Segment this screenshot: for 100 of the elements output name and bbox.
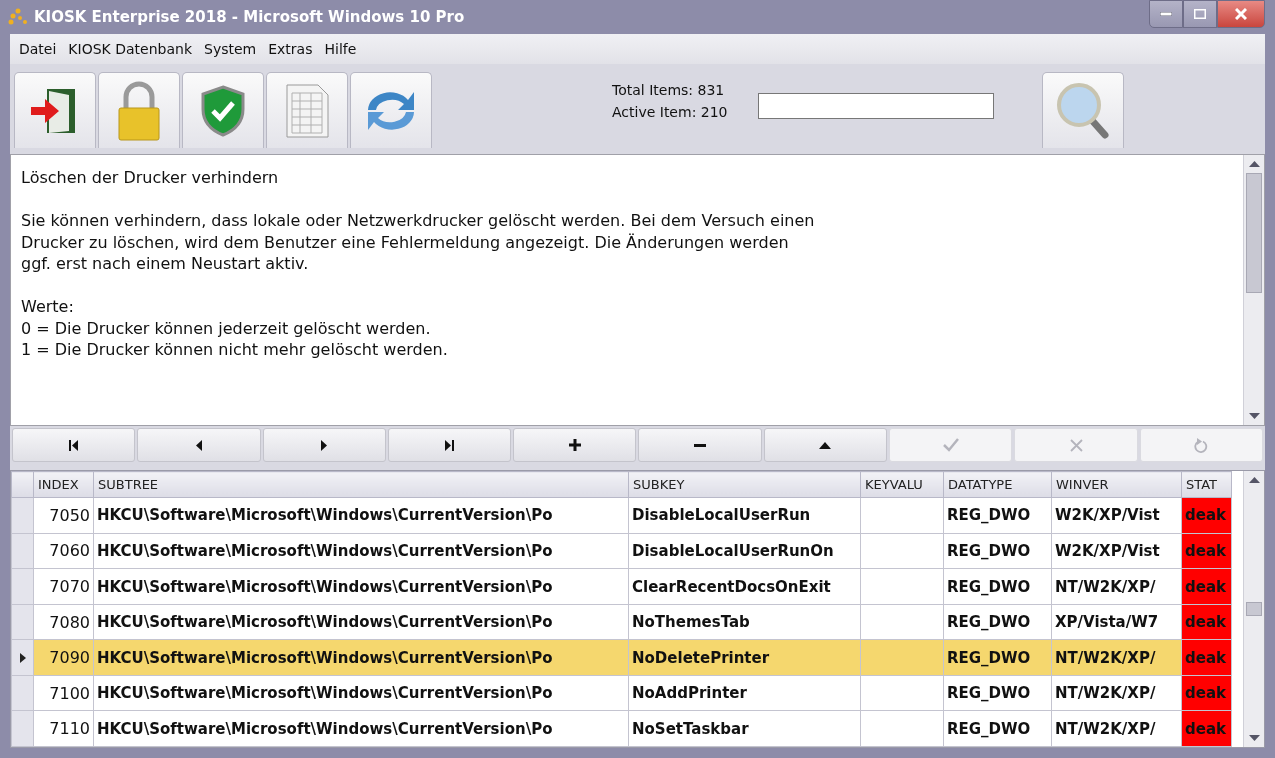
table-cell: DisableLocalUserRun bbox=[628, 497, 861, 534]
table-cell: 7060 bbox=[33, 533, 94, 569]
search-icon bbox=[1054, 80, 1111, 141]
table-row[interactable]: 7070 HKCU\Software\Microsoft\Windows\CurrentVersion\Po ClearRecentDocsOnExit REG_DWO NT/W2K/XP/ deak bbox=[11, 568, 1232, 605]
table-row[interactable]: 7080 HKCU\Software\Microsoft\Windows\CurrentVersion\Po NoThemesTab REG_DWO XP/Vista/W7 deak bbox=[11, 604, 1232, 640]
table-row[interactable]: 7090 HKCU\Software\Microsoft\Windows\CurrentVersion\Po NoDeletePrinter REG_DWO NT/W2K/XP/ deak bbox=[11, 639, 1232, 676]
table-cell: XP/Vista/W7 bbox=[1051, 604, 1182, 640]
table-cell: HKCU\Software\Microsoft\Windows\CurrentVersion\Po bbox=[93, 497, 629, 534]
table-cell: 7110 bbox=[33, 710, 94, 747]
status-cell: deak bbox=[1181, 675, 1232, 711]
toolbar-button[interactable] bbox=[182, 72, 264, 148]
column-header[interactable]: WINVER bbox=[1051, 471, 1182, 498]
minimize-button[interactable] bbox=[1149, 0, 1183, 28]
table-cell: REG_DWO bbox=[943, 568, 1052, 605]
last-record-icon bbox=[445, 439, 455, 451]
padlock-icon bbox=[116, 80, 162, 141]
description-text: Löschen der Drucker verhindern bbox=[21, 167, 280, 189]
search-field[interactable] bbox=[757, 93, 994, 119]
scrollbar-thumb[interactable] bbox=[1246, 173, 1262, 293]
table-cell: NoSetTaskbar bbox=[628, 710, 861, 747]
table-cell: NT/W2K/XP/ bbox=[1051, 675, 1182, 711]
shield-check-icon bbox=[201, 84, 245, 137]
table-cell: 7090 bbox=[33, 639, 94, 676]
description-text: ggf. erst nach einem Neustart aktiv. bbox=[21, 253, 310, 275]
close-icon bbox=[1069, 438, 1083, 452]
close-icon bbox=[1235, 8, 1247, 20]
toolbar-button[interactable] bbox=[14, 72, 96, 148]
navigator-button[interactable] bbox=[137, 428, 261, 462]
column-header[interactable]: DATATYPE bbox=[943, 471, 1052, 498]
table-cell: REG_DWO bbox=[943, 675, 1052, 711]
table-cell: HKCU\Software\Microsoft\Windows\CurrentVersion\Po bbox=[93, 710, 629, 747]
window-title: KIOSK Enterprise 2018 - Microsoft Windows 10 Pro bbox=[34, 8, 466, 26]
scrollbar-thumb[interactable] bbox=[1246, 602, 1262, 616]
menu-item[interactable]: KIOSK Datenbank bbox=[63, 41, 197, 57]
scroll-up-icon[interactable] bbox=[1248, 161, 1260, 167]
navigator-button[interactable] bbox=[12, 428, 136, 462]
app-logo-icon bbox=[8, 8, 28, 26]
navigator-button[interactable] bbox=[638, 428, 762, 462]
table-cell: W2K/XP/Vist bbox=[1051, 497, 1182, 534]
close-button[interactable] bbox=[1217, 0, 1265, 28]
table-cell: NT/W2K/XP/ bbox=[1051, 568, 1182, 605]
navigator-button[interactable] bbox=[763, 428, 888, 462]
table-cell: HKCU\Software\Microsoft\Windows\CurrentVersion\Po bbox=[93, 675, 629, 711]
description-text: Werte: bbox=[21, 296, 75, 318]
description-text: Sie können verhindern, dass lokale oder Netzwerkdrucker gelöscht werden. Bei dem Versuch einen bbox=[21, 210, 816, 232]
status-cell: deak bbox=[1181, 604, 1232, 640]
table-cell: NT/W2K/XP/ bbox=[1051, 710, 1182, 747]
maximize-button[interactable] bbox=[1183, 0, 1217, 28]
table-cell: 7100 bbox=[33, 675, 94, 711]
minus-icon bbox=[694, 443, 707, 447]
table-cell: ClearRecentDocsOnExit bbox=[628, 568, 861, 605]
table-cell: REG_DWO bbox=[943, 710, 1052, 747]
table-cell: REG_DWO bbox=[943, 639, 1052, 676]
description-text: 0 = Die Drucker können jederzeit gelöscht werden. bbox=[21, 317, 432, 339]
table-cell: REG_DWO bbox=[943, 533, 1052, 569]
menu-item[interactable]: Hilfe bbox=[319, 41, 362, 57]
table-cell: NT/W2K/XP/ bbox=[1051, 639, 1182, 676]
status-cell: deak bbox=[1181, 568, 1232, 605]
status-cell: deak bbox=[1181, 710, 1232, 747]
refresh-icon bbox=[1194, 437, 1209, 453]
active-item-label: Active Item: 210 bbox=[612, 104, 728, 120]
column-header[interactable]: STAT bbox=[1181, 471, 1232, 498]
spreadsheet-icon bbox=[284, 82, 330, 139]
table-row[interactable]: 7110 HKCU\Software\Microsoft\Windows\CurrentVersion\Po NoSetTaskbar REG_DWO NT/W2K/XP/ deak bbox=[11, 710, 1232, 747]
maximize-icon bbox=[1194, 9, 1206, 19]
table-row[interactable]: 7050 HKCU\Software\Microsoft\Windows\CurrentVersion\Po DisableLocalUserRun REG_DWO W2K/XP/Vist deak bbox=[11, 497, 1232, 534]
status-cell: deak bbox=[1181, 497, 1232, 534]
table-cell: REG_DWO bbox=[943, 604, 1052, 640]
toolbar-button[interactable] bbox=[350, 72, 432, 148]
plus-icon bbox=[568, 439, 581, 451]
navigator-button[interactable] bbox=[262, 428, 386, 462]
navigator-button[interactable] bbox=[513, 428, 637, 462]
current-row-icon bbox=[19, 652, 26, 663]
table-cell: REG_DWO bbox=[943, 497, 1052, 534]
menu-item[interactable]: Datei bbox=[14, 41, 62, 57]
menu-item[interactable]: Extras bbox=[263, 41, 318, 57]
next-icon bbox=[321, 439, 328, 451]
column-header[interactable]: SUBTREE bbox=[93, 471, 629, 498]
table-cell: DisableLocalUserRunOn bbox=[628, 533, 861, 569]
menu-item[interactable]: System bbox=[199, 41, 262, 57]
search-button[interactable] bbox=[1041, 72, 1124, 148]
table-cell: 7050 bbox=[33, 497, 94, 534]
table-row[interactable]: 7060 HKCU\Software\Microsoft\Windows\CurrentVersion\Po DisableLocalUserRunOn REG_DWO W2K/XP/Vist deak bbox=[11, 533, 1232, 569]
column-header[interactable]: SUBKEY bbox=[628, 471, 861, 498]
up-triangle-icon bbox=[819, 441, 832, 449]
scroll-down-icon[interactable] bbox=[1248, 413, 1260, 419]
description-text: 1 = Die Drucker können nicht mehr gelöscht werden. bbox=[21, 339, 449, 361]
table-cell: 7070 bbox=[33, 568, 94, 605]
table-cell: HKCU\Software\Microsoft\Windows\CurrentVersion\Po bbox=[93, 639, 629, 676]
checkmark-icon bbox=[942, 438, 959, 452]
navigator-button[interactable] bbox=[387, 428, 512, 462]
scroll-up-icon[interactable] bbox=[1248, 477, 1260, 483]
scroll-down-icon[interactable] bbox=[1248, 735, 1260, 741]
table-cell: NoThemesTab bbox=[628, 604, 861, 640]
table-cell: 7080 bbox=[33, 604, 94, 640]
column-header[interactable]: INDEX bbox=[33, 471, 94, 498]
table-row[interactable]: 7100 HKCU\Software\Microsoft\Windows\CurrentVersion\Po NoAddPrinter REG_DWO NT/W2K/XP/ deak bbox=[11, 675, 1232, 711]
table-cell: NoDeletePrinter bbox=[628, 639, 861, 676]
column-header[interactable]: KEYVALU bbox=[860, 471, 944, 498]
table-cell: HKCU\Software\Microsoft\Windows\CurrentVersion\Po bbox=[93, 533, 629, 569]
